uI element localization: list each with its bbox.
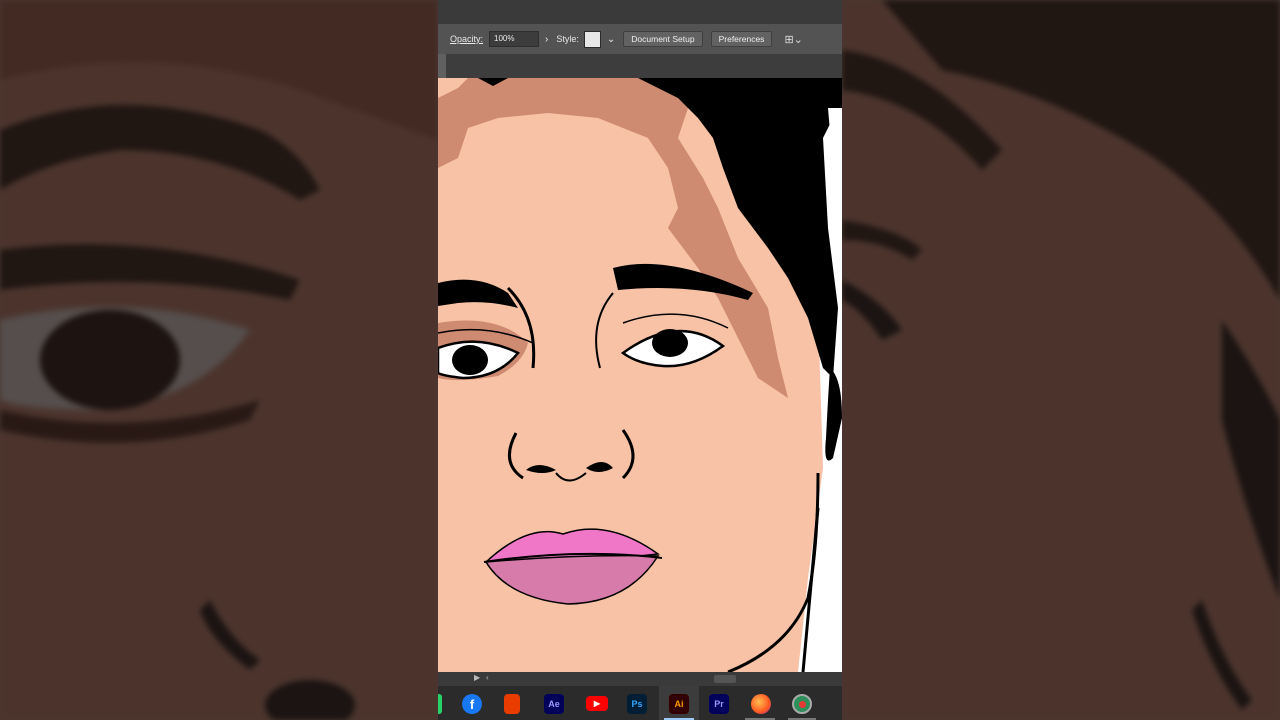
screen-recorder-icon[interactable] [792, 694, 812, 714]
left-iris [452, 345, 488, 375]
portrait-artwork [438, 78, 842, 672]
panel-edge[interactable] [438, 54, 446, 78]
illustrator-window: Opacity: 100% › Style: ⌄ Document Setup … [438, 0, 842, 720]
youtube-icon[interactable]: ▶ [586, 696, 608, 711]
office-icon[interactable] [504, 694, 520, 714]
opacity-input[interactable]: 100% [489, 31, 540, 47]
after-effects-icon[interactable]: Ae [544, 694, 564, 714]
opacity-label[interactable]: Opacity: [450, 34, 483, 44]
style-swatch[interactable] [583, 30, 601, 48]
illustrator-icon[interactable]: Ai [669, 694, 689, 714]
scrollbar-thumb[interactable] [714, 675, 736, 683]
document-setup-button[interactable]: Document Setup [623, 31, 703, 47]
facebook-icon[interactable]: f [462, 694, 482, 714]
chevron-right-icon[interactable]: › [545, 34, 548, 45]
background-right-blur [842, 0, 1280, 720]
scroll-left-arrow-icon[interactable]: ▶ [474, 673, 480, 682]
style-label: Style: [556, 34, 579, 44]
chevron-down-icon[interactable]: ⌄ [607, 34, 615, 45]
scroll-page-left-icon[interactable]: ‹ [486, 673, 489, 682]
control-bar: Opacity: 100% › Style: ⌄ Document Setup … [438, 24, 842, 54]
background-left-blur [0, 0, 438, 720]
title-bar [438, 0, 842, 24]
tool-strip [438, 54, 842, 78]
right-iris [652, 329, 688, 357]
photoshop-icon[interactable]: Ps [627, 694, 647, 714]
horizontal-scrollbar[interactable]: ▶ ‹ [438, 672, 842, 686]
artboard-canvas[interactable] [438, 78, 842, 672]
arrange-documents-icon[interactable]: ⊞⌄ [784, 33, 802, 46]
preferences-button[interactable]: Preferences [710, 31, 773, 47]
taskbar: f Ae ▶ Ps Ai Pr [438, 686, 842, 720]
whatsapp-icon[interactable] [438, 694, 442, 714]
firefox-icon[interactable] [751, 694, 771, 714]
premiere-icon[interactable]: Pr [709, 694, 729, 714]
